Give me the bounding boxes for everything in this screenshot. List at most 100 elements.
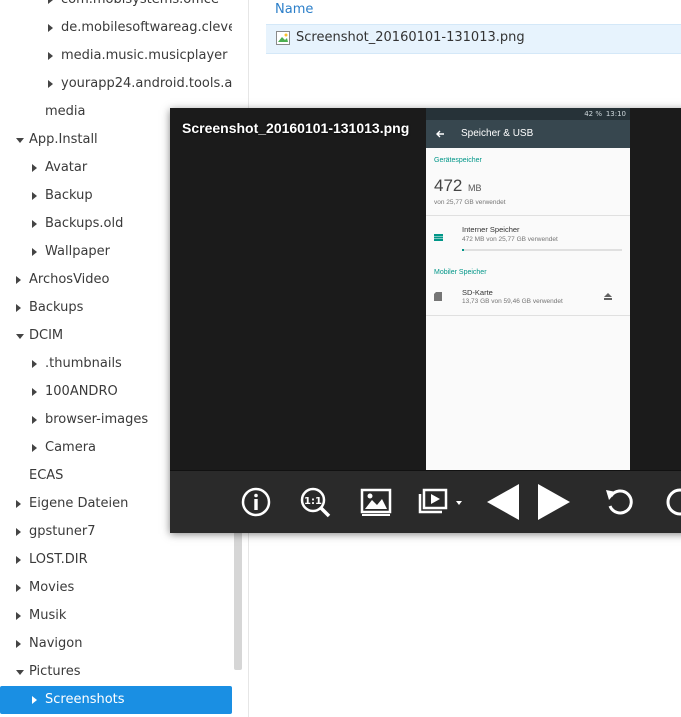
collapsed-arrow-icon[interactable] (48, 24, 53, 32)
slideshow-button[interactable] (416, 484, 466, 520)
tree-item-label: Navigon (29, 636, 83, 651)
tree-item[interactable]: Screenshots (0, 686, 232, 714)
actual-size-button[interactable]: 1:1 (297, 484, 333, 520)
expanded-arrow-icon[interactable] (16, 138, 24, 143)
tree-item[interactable]: Pictures (0, 658, 232, 686)
slideshow-icon (418, 488, 462, 514)
tree-item-label: Musik (29, 608, 67, 623)
next-button[interactable] (536, 484, 572, 520)
phone-divider (426, 315, 630, 316)
phone-used-sub: von 25,77 GB verwendet (434, 199, 506, 206)
expanded-arrow-icon[interactable] (16, 334, 24, 339)
tree-item[interactable]: yourapp24.android.tools.aiv (0, 70, 232, 98)
tree-item-label: Pictures (29, 664, 81, 679)
collapsed-arrow-icon[interactable] (32, 388, 37, 396)
phone-battery-level: 42 % (584, 110, 602, 118)
tree-item-label: App.Install (29, 132, 98, 147)
collapsed-arrow-icon[interactable] (16, 640, 21, 648)
collapsed-arrow-icon[interactable] (32, 444, 37, 452)
viewer-title: Screenshot_20160101-131013.png (182, 120, 410, 136)
collapsed-arrow-icon[interactable] (16, 304, 21, 312)
tree-item-label: com.mobisystems.office (61, 0, 219, 14)
rotate-icon (606, 489, 633, 515)
tree-item-label: Eigene Dateien (29, 496, 129, 511)
tree-item-label: LOST.DIR (29, 552, 88, 567)
file-name: Screenshot_20160101-131013.png (296, 30, 525, 45)
collapsed-arrow-icon[interactable] (32, 248, 37, 256)
collapsed-arrow-icon[interactable] (16, 612, 21, 620)
info-button[interactable] (238, 484, 274, 520)
expanded-arrow-icon[interactable] (16, 670, 24, 675)
tree-item[interactable]: com.mobisystems.office (0, 0, 232, 14)
tree-item-label: DCIM (29, 328, 64, 343)
collapsed-arrow-icon[interactable] (16, 500, 21, 508)
tree-item-label: Backup (45, 188, 93, 203)
collapsed-arrow-icon[interactable] (32, 360, 37, 368)
tree-item[interactable]: Musik (0, 602, 232, 630)
phone-internal-title: Interner Speicher (462, 225, 520, 234)
tree-item-label: Backups (29, 300, 84, 315)
phone-app-title: Speicher & USB (461, 128, 534, 139)
collapsed-arrow-icon[interactable] (32, 164, 37, 172)
collapsed-arrow-icon[interactable] (32, 192, 37, 200)
tree-item-label: .thumbnails (45, 356, 122, 371)
collapsed-arrow-icon[interactable] (32, 220, 37, 228)
tree-item[interactable]: LOST.DIR (0, 546, 232, 574)
more-icon (666, 488, 681, 516)
collapsed-arrow-icon[interactable] (16, 556, 21, 564)
tree-item[interactable]: Movies (0, 574, 232, 602)
tree-item[interactable]: Navigon (0, 630, 232, 658)
svg-text:1:1: 1:1 (304, 496, 322, 507)
tree-item-label: media.music.musicplayer (61, 48, 228, 63)
phone-sd-title: SD-Karte (462, 288, 493, 297)
rotate-button[interactable] (602, 484, 638, 520)
collapsed-arrow-icon[interactable] (48, 80, 53, 88)
phone-app-bar: Speicher & USB (426, 120, 630, 148)
tree-item-label: Avatar (45, 160, 88, 175)
tree-item-label: de.mobilesoftwareag.clevert (61, 20, 232, 35)
zoom-actual-size-icon: 1:1 (300, 487, 331, 518)
phone-screenshot-preview: 42 % 13:10 Speicher & USB Gerätespeicher… (426, 108, 630, 470)
image-button[interactable] (358, 484, 394, 520)
file-list-header: Name (266, 0, 681, 22)
tree-item-label: 100ANDRO (45, 384, 118, 399)
collapsed-arrow-icon[interactable] (32, 696, 37, 704)
column-header-name[interactable]: Name (275, 2, 313, 17)
tree-item-label: browser-images (45, 412, 149, 427)
collapsed-arrow-icon[interactable] (48, 0, 53, 4)
image-file-icon (276, 31, 290, 45)
tree-item-label: ArchosVideo (29, 272, 110, 287)
collapsed-arrow-icon[interactable] (48, 52, 53, 60)
collapsed-arrow-icon[interactable] (16, 584, 21, 592)
tree-item-label: gpstuner7 (29, 524, 96, 539)
eject-icon (604, 293, 612, 300)
phone-section-mobile: Mobiler Speicher (434, 269, 487, 276)
tree-item-label: Screenshots (45, 692, 125, 707)
phone-status-bar: 42 % 13:10 (426, 108, 630, 120)
phone-used-value: 472 (434, 176, 463, 195)
tree-item-label: Backups.old (45, 216, 124, 231)
collapsed-arrow-icon[interactable] (16, 528, 21, 536)
tree-item-label: media (45, 104, 86, 119)
more-button[interactable] (662, 484, 681, 520)
phone-divider (426, 215, 630, 216)
collapsed-arrow-icon[interactable] (32, 416, 37, 424)
phone-used-unit: MB (468, 183, 482, 193)
tree-item-label: Camera (45, 440, 97, 455)
collapsed-arrow-icon[interactable] (16, 276, 21, 284)
file-row[interactable]: Screenshot_20160101-131013.png (266, 24, 681, 54)
previous-icon (487, 484, 519, 520)
phone-internal-usage-bar (462, 249, 622, 251)
storage-icon (434, 234, 443, 241)
back-arrow-icon (436, 130, 444, 138)
tree-item-label: ECAS (29, 468, 64, 483)
phone-clock: 13:10 (605, 110, 626, 118)
tree-item[interactable]: de.mobilesoftwareag.clevert (0, 14, 232, 42)
phone-sd-sub: 13,73 GB von 59,46 GB verwendet (462, 298, 563, 305)
image-icon (360, 488, 392, 516)
phone-section-device: Gerätespeicher (434, 157, 482, 164)
previous-button[interactable] (485, 484, 521, 520)
viewer-toolbar: 1:1 (170, 470, 681, 533)
tree-item-label: yourapp24.android.tools.aiv (61, 76, 232, 91)
tree-item[interactable]: media.music.musicplayer (0, 42, 232, 70)
